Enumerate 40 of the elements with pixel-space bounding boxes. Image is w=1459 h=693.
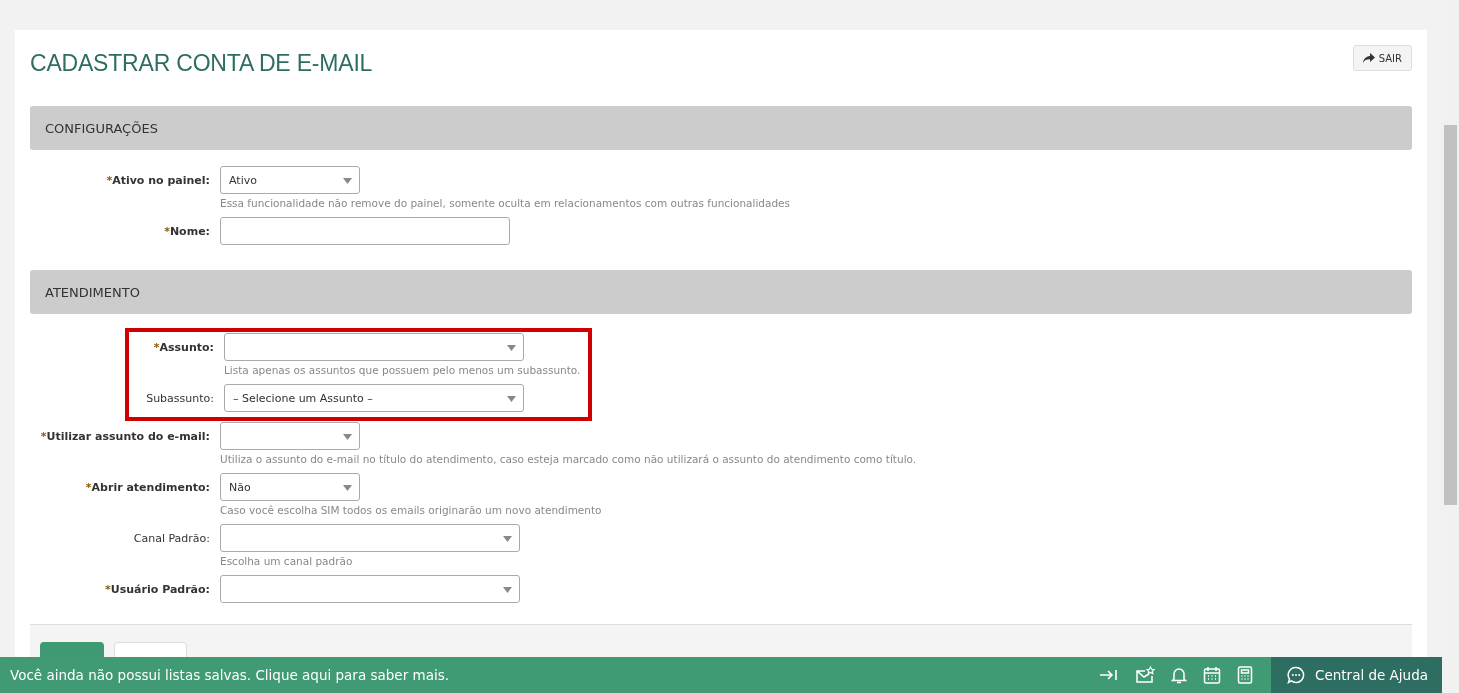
field-hint: Utiliza o assunto do e-mail no título do atendimento, caso esteja marcado como não utilizará o assunto do atendimento como título. [220,452,918,467]
envelope-star-icon[interactable] [1135,666,1155,684]
caret-icon [507,396,516,402]
field-label: Canal Padrão: [132,531,211,545]
section-header: ATENDIMENTO [30,270,1412,314]
select-field[interactable]: Ativo [220,166,360,194]
caret-icon [503,587,512,593]
exit-button[interactable]: SAIR [1352,45,1412,71]
field-label: *Usuário Padrão: [104,582,211,596]
help-center-button[interactable]: Central de Ajuda [1271,657,1442,693]
field-label: *Ativo no painel: [105,173,211,187]
collapse-icon[interactable] [1099,667,1119,683]
select-field[interactable]: – Selecione um Assunto – [224,384,524,412]
field-hint: Caso você escolha SIM todos os emails originarão um novo atendimento [220,503,603,518]
field-hint: Lista apenas os assuntos que possuem pelo menos um subassunto. [224,363,581,378]
field-label: *Utilizar assunto do e-mail: [39,429,211,443]
select-field[interactable]: Não [220,473,360,501]
caret-icon [503,536,512,542]
field-label: *Abrir atendimento: [84,480,211,494]
field-hint: Escolha um canal padrão [220,554,354,569]
page-title: CADASTRAR CONTA DE E-MAIL [30,50,373,77]
section-header: CONFIGURAÇÕES [30,106,1412,150]
select-field[interactable] [220,575,520,603]
caret-icon [343,434,352,440]
field-hint: Essa funcionalidade não remove do painel, somente oculta em relacionamentos com outras funcionalidades [220,196,792,211]
caret-icon [343,485,352,491]
calendar-icon[interactable] [1203,666,1221,684]
calculator-icon[interactable] [1237,666,1253,684]
text-field[interactable] [220,217,510,245]
field-label: *Assunto: [152,340,215,354]
field-label: Subassunto: [145,391,215,405]
arrow-icon [1362,53,1375,63]
bell-icon[interactable] [1171,666,1187,684]
select-field[interactable] [224,333,524,361]
field-label: *Nome: [163,224,211,238]
select-field[interactable] [220,524,520,552]
chat-bubble-icon [1287,666,1305,684]
caret-icon [507,345,516,351]
caret-icon [343,178,352,184]
select-field[interactable] [220,422,360,450]
